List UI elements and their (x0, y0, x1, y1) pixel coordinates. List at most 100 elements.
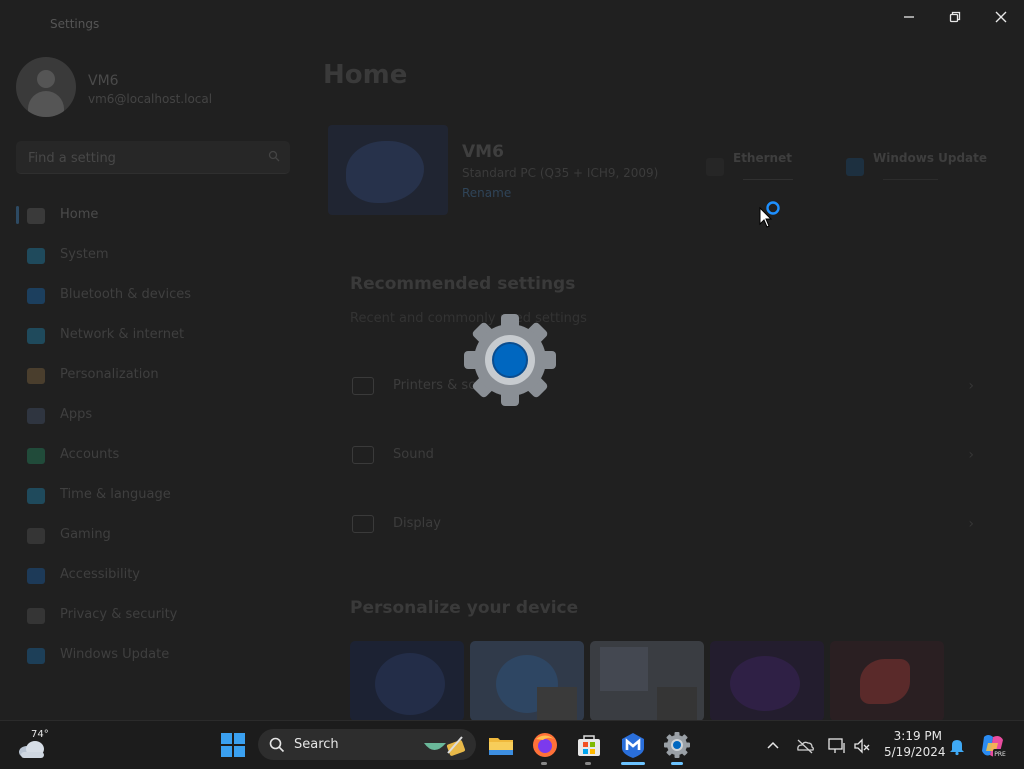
device-name: VM6 (462, 142, 504, 162)
theme-card[interactable] (590, 641, 704, 720)
sidebar-item-bluetooth[interactable]: Bluetooth & devices (16, 276, 296, 316)
settings-icon[interactable] (662, 730, 692, 760)
start-icon[interactable] (218, 730, 248, 760)
store-icon[interactable] (574, 730, 604, 760)
rename-link[interactable]: Rename (462, 186, 511, 200)
sidebar-item-accounts[interactable]: Accounts (16, 436, 296, 476)
settings-window: Settings VM6 vm6@localhost.local Home Sy… (0, 0, 1024, 720)
sidebar-item-system[interactable]: System (16, 236, 296, 276)
minimize-button[interactable] (889, 6, 929, 28)
sidebar-item-label: Bluetooth & devices (60, 287, 191, 302)
ethernet-icon (706, 158, 724, 176)
clock-date: 5/19/2024 (884, 745, 946, 759)
recommended-item-label: Sound (393, 447, 434, 462)
recommended-item-label: Display (393, 516, 441, 531)
malwarebytes-icon[interactable] (618, 730, 648, 760)
minimize-icon (904, 16, 914, 18)
sidebar-item-label: System (60, 247, 109, 262)
onedrive-offline-icon[interactable] (795, 736, 815, 756)
search-highlight-icon (424, 736, 466, 756)
sidebar-item-label: Time & language (60, 487, 171, 502)
sidebar-item-label: Privacy & security (60, 607, 178, 622)
chevron-right-icon: › (968, 447, 974, 463)
sidebar-item-label: Home (60, 207, 99, 222)
sidebar-item-privacy[interactable]: Privacy & security (16, 596, 296, 636)
home-icon (27, 208, 45, 224)
running-indicator (621, 762, 645, 765)
search-label: Search (294, 737, 339, 752)
busy-cursor-icon (759, 201, 780, 228)
restore-icon (949, 11, 961, 23)
page-title: Home (323, 60, 408, 90)
accessibility-icon (27, 568, 45, 584)
device-wallpaper-thumbnail (328, 125, 448, 215)
brush-icon (27, 368, 45, 384)
clock-time: 3:19 PM (893, 729, 942, 743)
sidebar-item-time-language[interactable]: Time & language (16, 476, 296, 516)
sidebar-item-label: Accessibility (60, 567, 140, 582)
recommended-item-sound[interactable]: Sound › (340, 419, 998, 488)
settings-search[interactable] (16, 141, 290, 174)
sidebar-item-apps[interactable]: Apps (16, 396, 296, 436)
search-input[interactable] (26, 146, 250, 170)
restore-button[interactable] (935, 6, 975, 28)
taskbar-search[interactable]: Search (258, 729, 476, 760)
sidebar-item-label: Windows Update (60, 647, 170, 662)
notification-bell-icon[interactable] (947, 736, 967, 756)
tile-label: Windows Update (873, 151, 988, 165)
sidebar-item-label: Accounts (60, 447, 120, 462)
update-icon (27, 648, 45, 664)
theme-card[interactable] (710, 641, 824, 720)
avatar[interactable] (16, 57, 76, 117)
close-button[interactable] (981, 6, 1021, 28)
gaming-icon (27, 528, 45, 544)
search-icon (269, 737, 285, 753)
network-icon (27, 328, 45, 344)
chevron-right-icon: › (968, 516, 974, 532)
weather-widget[interactable]: 74° (18, 729, 58, 761)
sidebar-item-personalization[interactable]: Personalization (16, 356, 296, 396)
theme-card[interactable] (470, 641, 584, 720)
chevron-up-icon[interactable] (763, 736, 783, 756)
device-spec: Standard PC (Q35 + ICH9, 2009) (462, 166, 659, 180)
svg-text:PRE: PRE (994, 751, 1006, 758)
globe-icon (27, 488, 45, 504)
recommended-list: Printers & scanners › Sound › Display › (340, 350, 998, 557)
theme-card[interactable] (350, 641, 464, 720)
sidebar-nav: Home System Bluetooth & devices Network … (16, 196, 296, 676)
recommended-item-printers[interactable]: Printers & scanners › (340, 350, 998, 419)
sidebar-item-label: Network & internet (60, 327, 185, 342)
sidebar-item-home[interactable]: Home (16, 196, 296, 236)
running-indicator (541, 762, 547, 765)
chevron-right-icon: › (968, 378, 974, 394)
personalize-title: Personalize your device (350, 598, 579, 618)
search-icon (268, 150, 280, 162)
sidebar-item-gaming[interactable]: Gaming (16, 516, 296, 556)
copilot-icon[interactable]: PRE (978, 731, 1008, 761)
apps-icon (27, 408, 45, 424)
sidebar-item-accessibility[interactable]: Accessibility (16, 556, 296, 596)
sidebar-item-label: Personalization (60, 367, 159, 382)
settings-gear-loading-icon (464, 314, 556, 406)
volume-muted-icon[interactable] (852, 736, 872, 756)
user-name: VM6 (88, 73, 119, 89)
file-explorer-icon[interactable] (486, 730, 516, 760)
recommended-item-display[interactable]: Display › (340, 488, 998, 557)
firefox-icon[interactable] (530, 730, 560, 760)
sound-icon (352, 446, 374, 464)
printer-icon (352, 377, 374, 395)
shield-icon (27, 608, 45, 624)
sidebar-item-windows-update[interactable]: Windows Update (16, 636, 296, 676)
taskbar-clock[interactable]: 3:19 PM 5/19/2024 (884, 728, 946, 761)
theme-card[interactable] (830, 641, 944, 720)
device-banner: VM6 Standard PC (Q35 + ICH9, 2009) Renam… (328, 125, 1002, 215)
sidebar-item-network[interactable]: Network & internet (16, 316, 296, 356)
cloudy-weather-icon (19, 741, 44, 758)
bluetooth-icon (27, 288, 45, 304)
tile-label: Ethernet (733, 151, 792, 165)
system-icon (27, 248, 45, 264)
network-monitor-icon[interactable] (827, 736, 847, 756)
user-email: vm6@localhost.local (88, 92, 213, 106)
recommended-title: Recommended settings (350, 274, 576, 294)
accounts-icon (27, 448, 45, 464)
